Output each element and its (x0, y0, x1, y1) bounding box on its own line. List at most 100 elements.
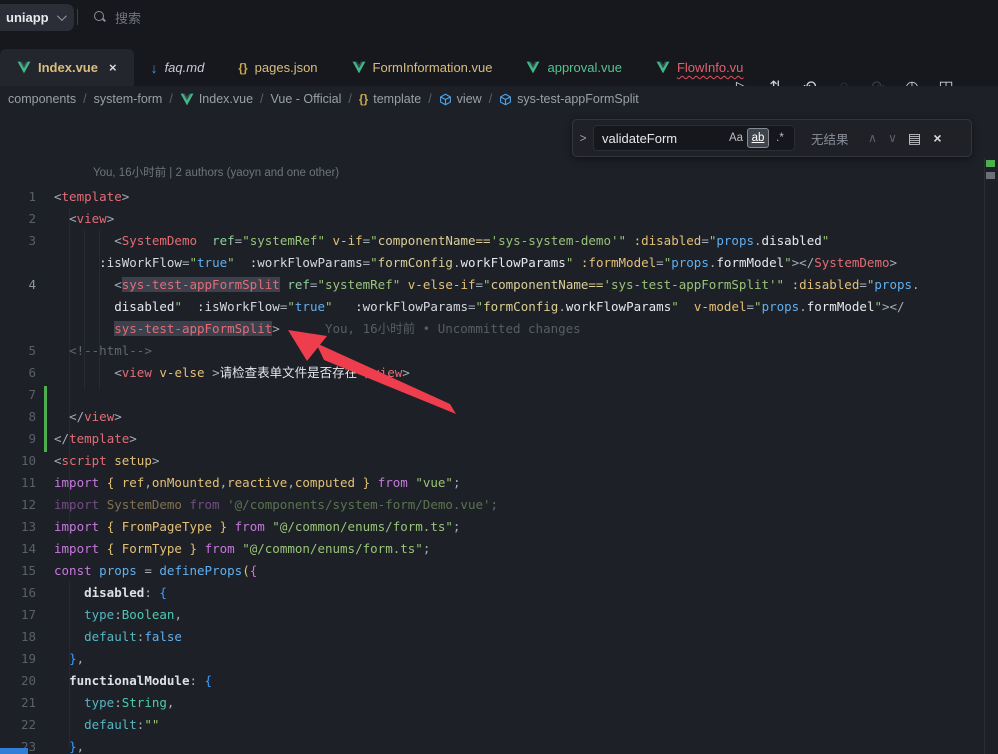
tab-pages.json[interactable]: {}pages.json (221, 49, 334, 86)
breadcrumb-item-sys-test-appFormSplit[interactable]: sys-test-appFormSplit (499, 92, 639, 106)
breadcrumb-label: Vue - Official (271, 92, 342, 106)
line-number-15: 15 (0, 560, 36, 582)
toggle-replace-button[interactable]: > (573, 120, 593, 156)
line-number-9: 9 (0, 428, 36, 450)
line-number-3: 3 (0, 230, 36, 252)
breadcrumb-label: view (457, 92, 482, 106)
ruler-mark (986, 172, 995, 179)
line-number-6: 6 (0, 362, 36, 384)
code-line-23[interactable]: }, (54, 736, 84, 754)
project-menu-button[interactable]: uniapp (0, 4, 74, 31)
line-number-20: 20 (0, 670, 36, 692)
code-line-4-3[interactable]: sys-test-appFormSplit> You, 16小时前 • Unco… (54, 318, 581, 340)
match-case-button[interactable]: Aa (725, 128, 747, 148)
line-number-22: 22 (0, 714, 36, 736)
breadcrumb-label: sys-test-appFormSplit (517, 92, 639, 106)
project-name: uniapp (6, 10, 49, 25)
code-line-2[interactable]: <view> (54, 208, 114, 230)
braces-icon: {} (359, 93, 368, 105)
line-number-16: 16 (0, 582, 36, 604)
breadcrumb-separator: / (489, 92, 492, 106)
line-number-7: 7 (0, 384, 36, 406)
git-blame-annotation: You, 16小时前 | 2 authors (yaoyn and one ot… (93, 164, 339, 180)
tab-FormInformation.vue[interactable]: FormInformation.vue (335, 49, 510, 86)
code-line-22[interactable]: default:"" (54, 714, 159, 736)
code-editor[interactable]: You, 16小时前 | 2 authors (yaoyn and one ot… (0, 112, 998, 754)
line-number-18: 18 (0, 626, 36, 648)
braces-icon: {} (238, 62, 247, 74)
regex-button[interactable]: .* (769, 128, 791, 148)
tab-label: faq.md (165, 60, 205, 75)
tab-faq.md[interactable]: ↓ faq.md (134, 49, 222, 86)
code-line-10[interactable]: <script setup> (54, 450, 159, 472)
line-number-21: 21 (0, 692, 36, 714)
line-number-17: 17 (0, 604, 36, 626)
previous-match-button[interactable]: ∧ (863, 131, 883, 145)
modified-line-indicator (44, 386, 47, 452)
breadcrumb-item-Vue - Official[interactable]: Vue - Official (271, 92, 342, 106)
code-line-18[interactable]: default:false (54, 626, 182, 648)
find-in-selection-button[interactable]: ▤ (903, 126, 927, 150)
line-number-13: 13 (0, 516, 36, 538)
code-line-19[interactable]: }, (54, 648, 84, 670)
find-input[interactable] (602, 131, 725, 146)
breadcrumb-separator: / (348, 92, 351, 106)
breadcrumb-item-system-form[interactable]: system-form (94, 92, 163, 106)
scrollbar-fragment (0, 748, 28, 754)
tab-approval.vue[interactable]: approval.vue (509, 49, 638, 86)
code-line-15[interactable]: const props = defineProps({ (54, 560, 257, 582)
line-number-4: 4 (0, 274, 36, 296)
breadcrumb-item-template[interactable]: {} template (359, 92, 421, 106)
ruler-mark (986, 160, 995, 167)
code-line-5[interactable]: <!--html--> (54, 340, 152, 362)
code-line-13[interactable]: import { FromPageType } from "@/common/e… (54, 516, 460, 538)
search-placeholder: 搜索 (115, 8, 141, 27)
code-line-14[interactable]: import { FormType } from "@/common/enums… (54, 538, 430, 560)
code-line-3-2[interactable]: :isWorkFlow="true" :workFlowParams="form… (54, 252, 897, 274)
breadcrumb: components / system-form / Index.vue / Vue - O… (0, 86, 998, 112)
breadcrumb-item-components[interactable]: components (8, 92, 76, 106)
code-line-16[interactable]: disabled: { (54, 582, 167, 604)
find-results-label: 无结果 (811, 129, 849, 148)
code-line-4-2[interactable]: disabled" :isWorkFlow="true" :workFlowPa… (54, 296, 905, 318)
code-line-21[interactable]: type:String, (54, 692, 174, 714)
code-line-12[interactable]: import SystemDemo from '@/components/sys… (54, 494, 498, 516)
symbol-cube-icon (439, 93, 452, 106)
breadcrumb-separator: / (260, 92, 263, 106)
breadcrumb-label: components (8, 92, 76, 106)
breadcrumb-item-view[interactable]: view (439, 92, 482, 106)
breadcrumb-item-Index.vue[interactable]: Index.vue (180, 92, 253, 106)
code-line-17[interactable]: type:Boolean, (54, 604, 182, 626)
line-number-19: 19 (0, 648, 36, 670)
code-line-3-1[interactable]: <SystemDemo ref="systemRef" v-if="compon… (54, 230, 829, 252)
line-number-14: 14 (0, 538, 36, 560)
close-find-button[interactable]: × (927, 130, 949, 146)
chevron-down-icon (57, 11, 67, 21)
breadcrumb-label: Index.vue (199, 92, 253, 106)
breadcrumb-label: template (373, 92, 421, 106)
tab-Index.vue[interactable]: Index.vue× (0, 49, 134, 86)
code-line-9[interactable]: </template> (54, 428, 137, 450)
breadcrumb-separator: / (83, 92, 86, 106)
code-line-8[interactable]: </view> (54, 406, 122, 428)
code-line-1[interactable]: <template> (54, 186, 129, 208)
markdown-download-icon: ↓ (151, 61, 158, 75)
vue-icon (526, 61, 540, 74)
global-search[interactable]: 搜索 (94, 0, 141, 34)
code-line-4-1[interactable]: <sys-test-appFormSplit ref="systemRef" v… (54, 274, 920, 296)
vue-icon (656, 61, 670, 74)
code-line-11[interactable]: import { ref,onMounted,reactive,computed… (54, 472, 461, 494)
line-number-1: 1 (0, 186, 36, 208)
vscode-window: uniapp 搜索 Index.vue×↓faq.md{}pages.jsonF… (0, 0, 998, 754)
close-tab-icon[interactable]: × (109, 60, 117, 75)
title-bar: uniapp 搜索 (0, 0, 998, 34)
next-match-button[interactable]: ∨ (883, 131, 903, 145)
whole-word-button[interactable]: ab (747, 128, 769, 148)
breadcrumb-separator: / (169, 92, 172, 106)
line-number-11: 11 (0, 472, 36, 494)
search-icon (94, 11, 106, 23)
code-line-20[interactable]: functionalModule: { (54, 670, 212, 692)
code-line-6[interactable]: <view v-else >请检查表单文件是否存在</view> (54, 362, 410, 384)
line-number-2: 2 (0, 208, 36, 230)
breadcrumb-label: system-form (94, 92, 163, 106)
